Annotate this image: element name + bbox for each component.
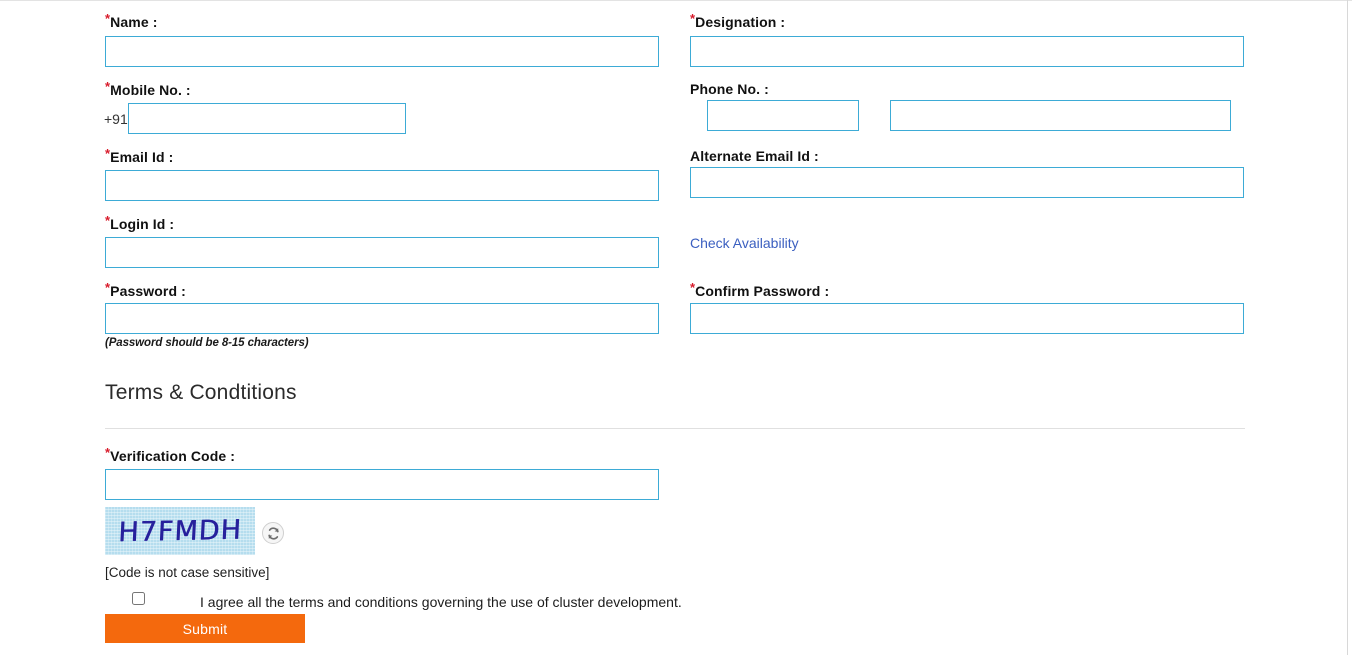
confirm-password-label-text: Confirm Password : xyxy=(695,283,830,299)
phone-label: Phone No. : xyxy=(690,81,769,97)
captcha-code-text: H7FMDH xyxy=(117,514,243,548)
password-label: *Password : xyxy=(105,281,186,299)
mobile-country-prefix: +91 xyxy=(104,111,128,127)
refresh-captcha-icon[interactable] xyxy=(262,522,284,544)
phone-std-code-input[interactable] xyxy=(707,100,859,131)
email-label-text: Email Id : xyxy=(110,149,174,165)
name-label-text: Name : xyxy=(110,14,158,30)
password-label-text: Password : xyxy=(110,283,186,299)
verification-code-label: *Verification Code : xyxy=(105,446,235,464)
mobile-input[interactable] xyxy=(128,103,406,134)
mobile-label: *Mobile No. : xyxy=(105,80,191,98)
confirm-password-label: *Confirm Password : xyxy=(690,281,830,299)
terms-and-conditions-heading: Terms & Condtitions xyxy=(105,381,297,404)
alternate-email-label-text: Alternate Email Id : xyxy=(690,148,819,164)
phone-number-input[interactable] xyxy=(890,100,1231,131)
alternate-email-label: Alternate Email Id : xyxy=(690,148,819,164)
registration-form: *Name : *Designation : *Mobile No. : +91… xyxy=(0,0,1352,655)
designation-input[interactable] xyxy=(690,36,1244,67)
phone-label-text: Phone No. : xyxy=(690,81,769,97)
password-input[interactable] xyxy=(105,303,659,334)
agree-terms-label: I agree all the terms and conditions gov… xyxy=(200,594,682,610)
section-divider xyxy=(105,428,1245,429)
login-id-label: *Login Id : xyxy=(105,214,175,232)
verification-code-label-text: Verification Code : xyxy=(110,448,235,464)
designation-label: *Designation : xyxy=(690,12,786,30)
login-id-label-text: Login Id : xyxy=(110,216,175,232)
check-availability-link[interactable]: Check Availability xyxy=(690,235,799,251)
login-id-input[interactable] xyxy=(105,237,659,268)
designation-label-text: Designation : xyxy=(695,14,786,30)
confirm-password-input[interactable] xyxy=(690,303,1244,334)
alternate-email-input[interactable] xyxy=(690,167,1244,198)
password-hint: (Password should be 8-15 characters) xyxy=(105,337,309,349)
agree-terms-checkbox[interactable] xyxy=(132,592,145,605)
name-input[interactable] xyxy=(105,36,659,67)
submit-button[interactable]: Submit xyxy=(105,614,305,643)
name-label: *Name : xyxy=(105,12,158,30)
email-label: *Email Id : xyxy=(105,147,174,165)
captcha-image: H7FMDH xyxy=(105,507,255,555)
mobile-label-text: Mobile No. : xyxy=(110,82,191,98)
email-input[interactable] xyxy=(105,170,659,201)
verification-code-input[interactable] xyxy=(105,469,659,500)
captcha-case-note: [Code is not case sensitive] xyxy=(105,565,270,580)
